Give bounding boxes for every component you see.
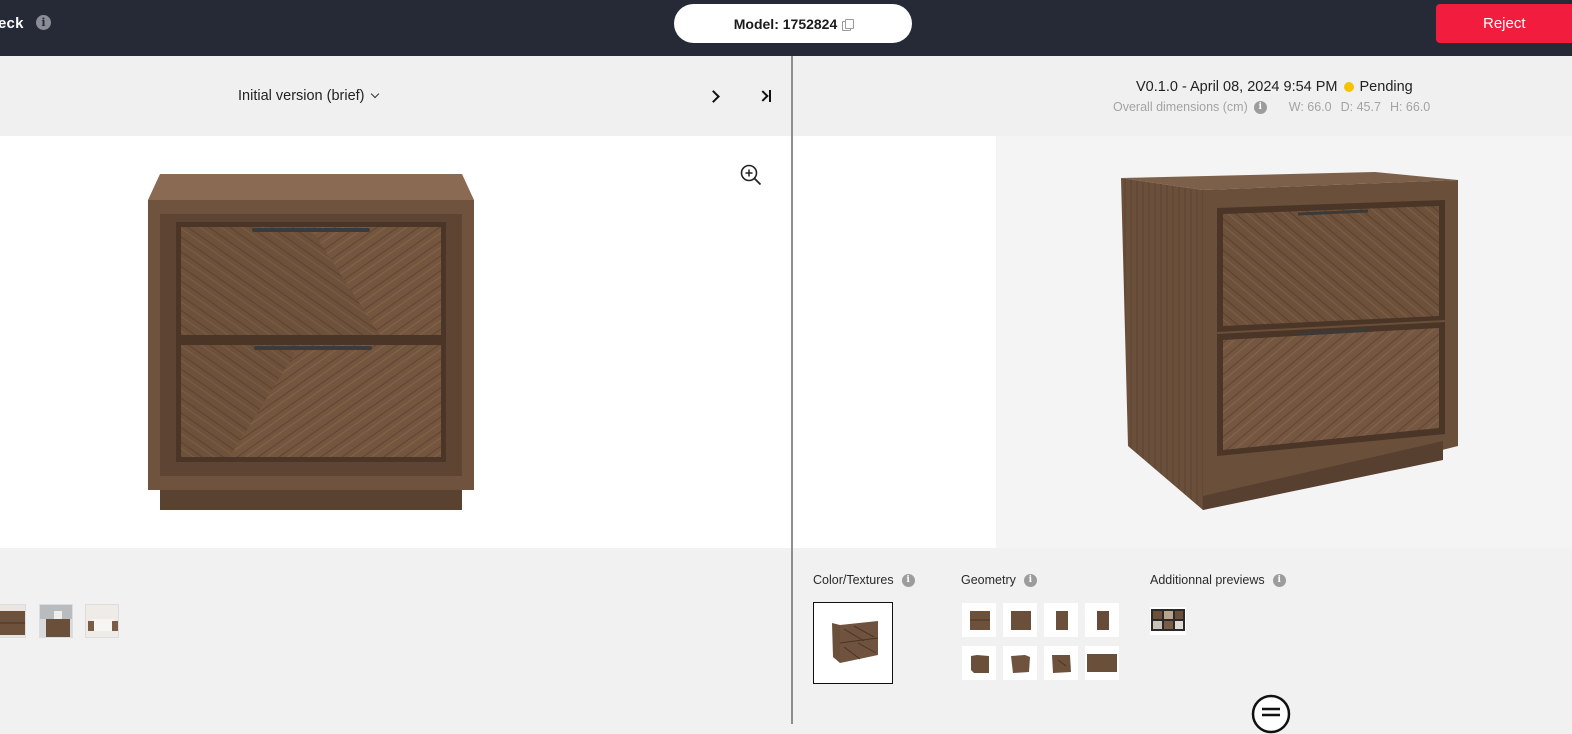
page-title: eck bbox=[0, 15, 24, 32]
nightstand-3d-render bbox=[996, 136, 1572, 548]
depth-value: D: 45.7 bbox=[1340, 100, 1381, 114]
version-select-label: Initial version (brief) bbox=[238, 88, 365, 104]
chat-icon[interactable] bbox=[1251, 694, 1291, 734]
model-label: Model: 1752824 bbox=[733, 15, 838, 32]
dimensions-line: Overall dimensions (cm) i W: 66.0 D: 45.… bbox=[1113, 100, 1430, 114]
bedroom-lifestyle-photo bbox=[86, 605, 118, 637]
thumbnail-3[interactable] bbox=[85, 604, 119, 638]
status-text: Pending bbox=[1359, 79, 1413, 95]
info-icon[interactable]: i bbox=[1253, 100, 1267, 114]
geometry-thumbnail[interactable] bbox=[1085, 603, 1119, 637]
preview-collage-image bbox=[1151, 609, 1185, 631]
nightstand-side-view bbox=[1056, 611, 1068, 630]
nightstand-lifestyle-photo bbox=[40, 605, 72, 637]
zoom-in-icon[interactable] bbox=[740, 164, 762, 186]
version-text: V0.1.0 - April 08, 2024 9:54 PM bbox=[1136, 79, 1338, 95]
nightstand-front-view bbox=[970, 611, 990, 630]
nightstand-angle-view bbox=[1011, 655, 1030, 673]
width-value: W: 66.0 bbox=[1288, 100, 1332, 114]
right-pane-header: V0.1.0 - April 08, 2024 9:54 PM Pending … bbox=[793, 56, 1572, 136]
nightstand-photo-front bbox=[0, 605, 25, 637]
additional-previews-label: Additionnal previews i bbox=[1150, 573, 1286, 587]
left-pane-header: Initial version (brief) bbox=[0, 56, 791, 136]
chevron-down-icon bbox=[370, 89, 379, 99]
reference-image-panel bbox=[0, 136, 791, 548]
nightstand-front-image bbox=[148, 174, 474, 510]
info-icon[interactable]: i bbox=[1023, 573, 1037, 587]
geometry-label: Geometry i bbox=[961, 573, 1037, 587]
height-value: H: 66.0 bbox=[1389, 100, 1431, 114]
version-select[interactable]: Initial version (brief) bbox=[238, 88, 379, 104]
status-dot-icon bbox=[1343, 82, 1354, 92]
chevron-right-icon[interactable] bbox=[706, 87, 724, 105]
nightstand-side-view bbox=[1097, 611, 1109, 630]
geometry-thumbnail[interactable] bbox=[1044, 603, 1078, 637]
color-textures-label: Color/Textures i bbox=[813, 573, 915, 587]
geometry-thumbnail[interactable] bbox=[962, 646, 996, 680]
info-icon[interactable]: i bbox=[901, 573, 915, 587]
dimensions-values: W: 66.0 D: 45.7 H: 66.0 bbox=[1289, 100, 1430, 114]
skip-to-last-icon[interactable] bbox=[758, 87, 776, 105]
version-status-line: V0.1.0 - April 08, 2024 9:54 PM Pending bbox=[1136, 79, 1413, 95]
additional-previews-title: Additionnal previews bbox=[1150, 573, 1265, 587]
info-icon[interactable]: i bbox=[1272, 573, 1286, 587]
geometry-thumbnail[interactable] bbox=[1003, 646, 1037, 680]
geometry-thumbnail[interactable] bbox=[1003, 603, 1037, 637]
thumbnail-2[interactable] bbox=[39, 604, 73, 638]
copy-icon[interactable] bbox=[842, 19, 855, 31]
nightstand-angle-view bbox=[971, 655, 989, 673]
nightstand-top-view bbox=[1087, 654, 1117, 672]
dimensions-label: Overall dimensions (cm) bbox=[1113, 100, 1248, 114]
model-render-panel bbox=[793, 136, 1572, 548]
top-bar: eck i Model: 1752824 Reject bbox=[0, 0, 1572, 56]
nightstand-angle-view bbox=[1052, 655, 1071, 673]
color-texture-thumbnail[interactable] bbox=[813, 602, 893, 684]
model-id-pill[interactable]: Model: 1752824 bbox=[674, 4, 912, 43]
geometry-thumbnail[interactable] bbox=[1044, 646, 1078, 680]
geometry-thumbnail[interactable] bbox=[1085, 646, 1119, 680]
nightstand-back-view bbox=[1011, 611, 1031, 630]
reject-button[interactable]: Reject bbox=[1436, 4, 1572, 43]
additional-preview-thumbnail[interactable] bbox=[1150, 607, 1186, 635]
nightstand-texture-preview bbox=[832, 621, 879, 663]
info-icon[interactable]: i bbox=[36, 15, 51, 30]
geometry-title: Geometry bbox=[961, 573, 1016, 587]
color-textures-title: Color/Textures bbox=[813, 573, 894, 587]
geometry-thumbnail[interactable] bbox=[962, 603, 996, 637]
thumbnail-1[interactable] bbox=[0, 604, 26, 638]
